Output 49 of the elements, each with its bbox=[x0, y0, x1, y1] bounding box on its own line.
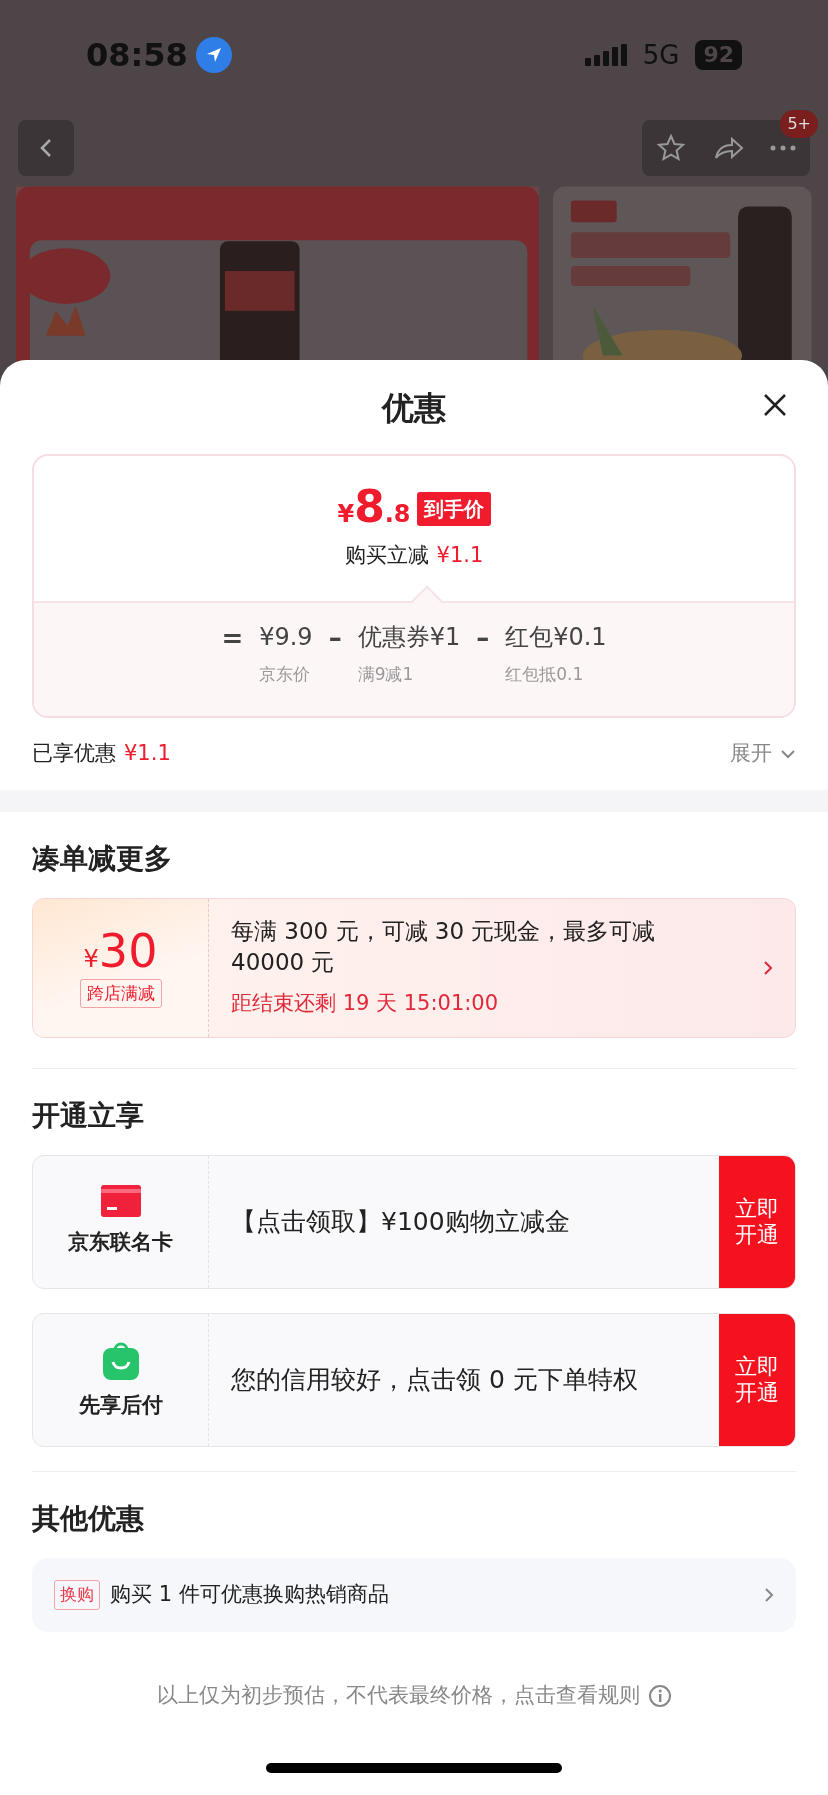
activate-button[interactable]: 立即开通 bbox=[719, 1314, 795, 1446]
offer-name: 京东联名卡 bbox=[68, 1229, 173, 1257]
card-icon bbox=[100, 1185, 141, 1218]
close-icon[interactable] bbox=[762, 392, 788, 418]
discount-amount: ¥1.1 bbox=[436, 542, 484, 570]
network-label: 5G bbox=[642, 38, 680, 72]
section-title: 其他优惠 bbox=[32, 1501, 145, 1537]
share-icon[interactable] bbox=[712, 134, 744, 162]
offer-text: 购买 1 件可优惠换购热销商品 bbox=[110, 1581, 390, 1609]
time: 08:58 bbox=[86, 35, 188, 76]
price-term: 红包¥0.1 bbox=[505, 623, 607, 652]
expand-button[interactable]: 展开 bbox=[730, 738, 796, 770]
signal-icon bbox=[584, 44, 627, 66]
savings-label: 已享优惠 bbox=[32, 740, 116, 768]
battery-indicator: 92 bbox=[695, 40, 742, 70]
location-icon bbox=[195, 37, 232, 73]
disclaimer-link[interactable]: 以上仅为初步预估，不代表最终价格，点击查看规则 bbox=[156, 1680, 640, 1712]
price-tag: 到手价 bbox=[416, 491, 491, 526]
section-title: 凑单减更多 bbox=[32, 841, 173, 877]
coupon-amount: ¥30 bbox=[83, 927, 158, 977]
price-term: ¥9.9 bbox=[259, 623, 313, 652]
term-note: 红包抵0.1 bbox=[505, 662, 584, 686]
operator: – bbox=[476, 623, 490, 655]
star-icon[interactable] bbox=[654, 133, 687, 163]
sheet-title: 优惠 bbox=[382, 388, 446, 429]
offer-name: 先享后付 bbox=[78, 1392, 163, 1420]
coupon-card[interactable]: ¥30 跨店满减 每满 300 元，可减 30 元现金，最多可减 40000 元 距结束还剩 19 天 15:01:00 bbox=[32, 898, 796, 1038]
term-note: 京东价 bbox=[259, 662, 311, 686]
discount-label: 购买立减 bbox=[344, 542, 429, 570]
info-icon[interactable] bbox=[647, 1683, 672, 1708]
term-note: 满9减1 bbox=[357, 662, 414, 686]
countdown: 距结束还剩 19 天 15:01:00 bbox=[231, 990, 500, 1018]
savings-amount: ¥1.1 bbox=[124, 740, 171, 768]
chevron-icon bbox=[764, 1587, 774, 1603]
offer-row[interactable]: 换购 购买 1 件可优惠换购热销商品 bbox=[32, 1558, 796, 1632]
coupon-description: 每满 300 元，可减 30 元现金，最多可减 40000 元 bbox=[231, 917, 657, 978]
operator: – bbox=[328, 623, 342, 655]
section-title: 开通立享 bbox=[32, 1098, 145, 1134]
offer-text: 您的信用较好，点击领 0 元下单特权 bbox=[230, 1364, 639, 1397]
activate-button[interactable]: 立即开通 bbox=[719, 1156, 795, 1288]
chevron-icon bbox=[763, 960, 773, 976]
offer-tag: 换购 bbox=[54, 1580, 100, 1610]
price-term: 优惠券¥1 bbox=[357, 623, 461, 652]
coupon-tag: 跨店满减 bbox=[79, 978, 162, 1009]
operator: = bbox=[221, 623, 244, 655]
offer-text: 【点击领取】¥100购物立减金 bbox=[230, 1206, 571, 1239]
price: ¥8.8 bbox=[337, 485, 411, 533]
notification-badge: 5+ bbox=[780, 110, 818, 138]
more-icon[interactable] bbox=[769, 144, 798, 152]
